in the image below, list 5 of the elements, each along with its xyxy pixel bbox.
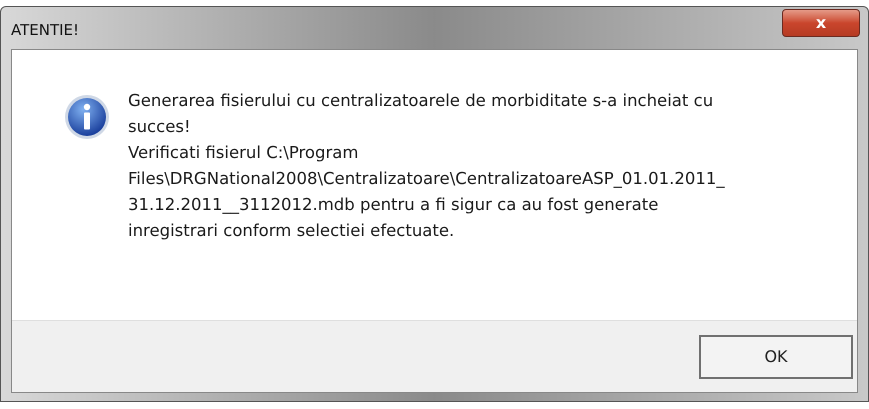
info-icon [64, 94, 110, 140]
message-text: Generarea fisierului cu centralizatoarele de morbiditate s-a incheiat cu succes! Verificati fisierul C:\Program Files\DRGNational2008\Centralizatoare\CentralizatoareASP_01.01.2011_ 31.12.2011__3112012.mdb pentru a fi sigur ca au fost generate inregistrari conform selectiei efectuate. [128, 90, 725, 242]
ok-button[interactable]: OK [699, 334, 853, 378]
window-title: ATENTIE! [11, 20, 80, 41]
close-button[interactable]: x [782, 9, 860, 37]
